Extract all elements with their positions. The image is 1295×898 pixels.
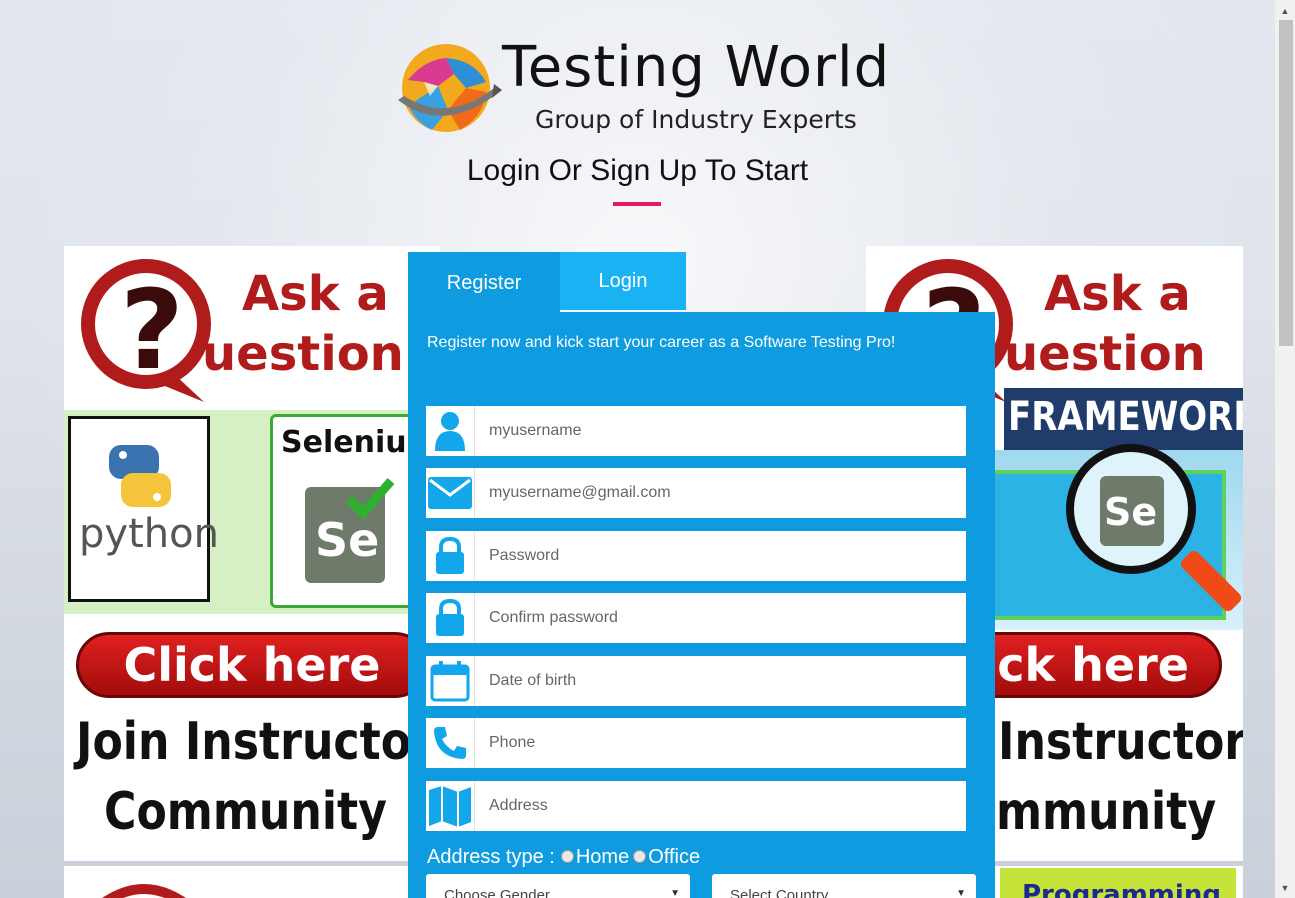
address-field[interactable]: [426, 781, 966, 831]
envelope-icon: [426, 468, 475, 518]
logo-subtitle: Group of Industry Experts: [535, 105, 857, 134]
tab-register[interactable]: Register: [408, 252, 560, 314]
gender-select-value: Choose Gender: [444, 887, 550, 898]
radio-home[interactable]: [560, 850, 574, 863]
title-underline: [613, 202, 661, 206]
password-input[interactable]: [475, 532, 966, 580]
scrollbar-thumb[interactable]: [1279, 20, 1293, 346]
ad-question-bottom: uestion: [1004, 326, 1206, 382]
address-type-label: Address type :: [427, 846, 555, 868]
ad-join-line1: Join Instructor: [76, 712, 433, 772]
question-mark-icon: [102, 884, 186, 898]
magnifier-icon: Se: [1066, 444, 1196, 574]
selenium-badge: Selenium Se: [270, 414, 438, 608]
address-input[interactable]: [475, 782, 966, 830]
tab-login[interactable]: Login: [560, 252, 686, 310]
radio-office-label[interactable]: Office: [648, 846, 700, 869]
radio-home-label[interactable]: Home: [576, 846, 629, 869]
site-logo: Testing World Group of Industry Experts: [394, 36, 894, 146]
vertical-scrollbar[interactable]: ▲ ▼: [1275, 0, 1295, 898]
ad-banner-left-2[interactable]: [64, 866, 440, 898]
python-label: python: [79, 511, 219, 557]
logo-title: Testing World: [502, 35, 891, 100]
programming-label: Programming: [1022, 880, 1221, 898]
globe-logo-icon: [398, 44, 502, 132]
map-icon: [426, 781, 475, 831]
se-label: Se: [1104, 490, 1158, 534]
ad-join-line1: Instructor: [998, 712, 1243, 772]
python-badge: python: [68, 416, 219, 602]
page-title: Login Or Sign Up To Start: [466, 154, 809, 187]
email-input[interactable]: [475, 469, 966, 517]
programming-band: Programming: [1000, 868, 1236, 898]
dob-input[interactable]: [475, 657, 966, 705]
radio-office[interactable]: [633, 850, 647, 863]
phone-input[interactable]: [475, 719, 966, 767]
confirm-password-field[interactable]: [426, 593, 966, 643]
ad-question-top: Ask a: [242, 266, 389, 322]
scroll-up-arrow-icon[interactable]: ▲: [1275, 2, 1295, 19]
calendar-icon: [426, 656, 475, 706]
scroll-down-arrow-icon[interactable]: ▼: [1275, 879, 1295, 896]
dob-field[interactable]: [426, 656, 966, 706]
country-select[interactable]: Select Country ▼: [712, 874, 976, 898]
chevron-down-icon: ▼: [956, 888, 966, 898]
ad-question-bottom: uestion: [202, 326, 404, 382]
address-type-group: Address type : Home Office: [427, 846, 700, 869]
framework-label: FRAMEWORK: [1008, 394, 1243, 440]
checkmark-icon: [345, 478, 395, 520]
phone-icon: [426, 718, 475, 768]
python-logo-icon: [109, 445, 171, 507]
ad-join-line2: mmunity: [996, 782, 1217, 842]
ad-join-line2: Community: [104, 782, 387, 842]
ad-click-here-button[interactable]: Click here: [76, 632, 428, 698]
framework-band: FRAMEWORK: [1004, 388, 1243, 450]
register-intro: Register now and kick start your career …: [427, 334, 896, 351]
lock-icon: [426, 531, 475, 581]
gender-select[interactable]: Choose Gender ▼: [426, 874, 690, 898]
lock-icon: [426, 593, 475, 643]
selenium-logo-icon: Se: [305, 478, 395, 583]
phone-field[interactable]: [426, 718, 966, 768]
username-field[interactable]: [426, 406, 966, 456]
ad-tech-strip: python Selenium Se: [64, 410, 440, 614]
password-field[interactable]: [426, 531, 966, 581]
chevron-down-icon: ▼: [670, 888, 680, 898]
country-select-value: Select Country: [730, 887, 829, 898]
email-field[interactable]: [426, 468, 966, 518]
username-input[interactable]: [475, 407, 966, 455]
ad-banner-left[interactable]: ? Ask a uestion python Selenium Se Click…: [64, 246, 440, 861]
user-icon: [426, 406, 475, 456]
confirm-password-input[interactable]: [475, 594, 966, 642]
svg-text:?: ?: [120, 266, 184, 394]
register-panel: Register now and kick start your career …: [408, 312, 995, 898]
ad-question-top: Ask a: [1044, 266, 1191, 322]
